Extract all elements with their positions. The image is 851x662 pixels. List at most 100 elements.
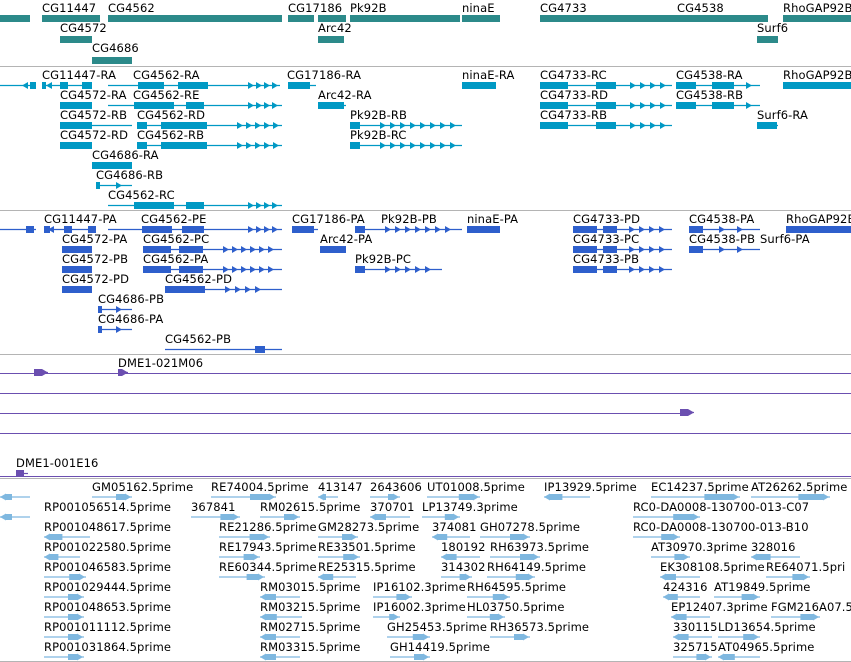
clone-end-marker[interactable] (680, 408, 694, 417)
est-glyph[interactable] (260, 613, 302, 621)
gene-glyph[interactable] (92, 56, 132, 65)
est-glyph[interactable] (0, 493, 30, 501)
est-glyph[interactable] (260, 593, 300, 601)
transcript-glyph[interactable] (540, 101, 672, 110)
est-glyph[interactable] (260, 653, 300, 661)
est-glyph[interactable] (370, 513, 410, 521)
transcript-glyph[interactable] (462, 81, 496, 90)
est-glyph[interactable] (318, 573, 356, 581)
gene-glyph[interactable] (350, 14, 460, 23)
transcript-glyph[interactable] (42, 81, 92, 90)
est-glyph[interactable] (219, 533, 270, 541)
protein-glyph[interactable] (44, 225, 96, 234)
transcript-glyph[interactable] (783, 81, 851, 90)
protein-glyph[interactable] (62, 265, 92, 274)
est-glyph[interactable] (544, 493, 590, 501)
est-glyph[interactable] (390, 653, 430, 661)
transcript-glyph[interactable] (0, 81, 36, 90)
protein-glyph[interactable] (573, 225, 672, 234)
est-glyph[interactable] (92, 493, 132, 501)
est-glyph[interactable] (318, 493, 338, 501)
protein-glyph[interactable] (355, 265, 442, 274)
est-glyph[interactable] (673, 633, 712, 641)
est-glyph[interactable] (427, 493, 480, 501)
est-glyph[interactable] (633, 533, 680, 541)
transcript-glyph[interactable] (288, 81, 316, 90)
est-glyph[interactable] (219, 553, 260, 561)
protein-glyph[interactable] (573, 245, 672, 254)
est-glyph[interactable] (219, 573, 265, 581)
protein-glyph[interactable] (98, 325, 132, 334)
gene-glyph[interactable] (318, 35, 344, 44)
protein-glyph[interactable] (689, 225, 760, 234)
est-glyph[interactable] (373, 613, 400, 621)
protein-glyph[interactable] (108, 225, 282, 234)
transcript-glyph[interactable] (137, 121, 282, 130)
transcript-glyph[interactable] (108, 101, 282, 110)
est-glyph[interactable] (44, 573, 86, 581)
gene-glyph[interactable] (288, 14, 314, 23)
est-glyph[interactable] (318, 533, 358, 541)
est-glyph[interactable] (0, 513, 30, 521)
est-glyph[interactable] (673, 653, 712, 661)
est-glyph[interactable] (487, 573, 535, 581)
est-glyph[interactable] (714, 593, 760, 601)
gene-glyph[interactable] (42, 14, 100, 23)
transcript-glyph[interactable] (318, 101, 346, 110)
protein-glyph[interactable] (689, 245, 760, 254)
gene-glyph[interactable] (677, 14, 768, 23)
protein-glyph[interactable] (467, 225, 500, 234)
transcript-glyph[interactable] (350, 121, 462, 130)
est-glyph[interactable] (651, 553, 690, 561)
est-glyph[interactable] (660, 573, 700, 581)
protein-glyph[interactable] (143, 265, 282, 274)
gene-glyph[interactable] (60, 35, 92, 44)
gene-glyph[interactable] (462, 14, 500, 23)
clone-end-marker[interactable] (118, 368, 128, 377)
est-glyph[interactable] (260, 513, 300, 521)
est-glyph[interactable] (671, 613, 710, 621)
gene-glyph[interactable] (757, 35, 778, 44)
gene-glyph[interactable] (318, 14, 346, 23)
est-glyph[interactable] (441, 573, 472, 581)
est-glyph[interactable] (718, 633, 760, 641)
est-glyph[interactable] (432, 533, 470, 541)
transcript-glyph[interactable] (540, 81, 672, 90)
transcript-glyph[interactable] (96, 181, 132, 190)
est-glyph[interactable] (260, 633, 300, 641)
gene-glyph[interactable] (108, 14, 282, 23)
protein-glyph[interactable] (62, 285, 92, 294)
est-glyph[interactable] (467, 613, 505, 621)
est-glyph[interactable] (44, 633, 84, 641)
est-glyph[interactable] (633, 513, 700, 521)
transcript-glyph[interactable] (60, 141, 92, 150)
est-glyph[interactable] (373, 593, 412, 601)
transcript-glyph[interactable] (137, 141, 282, 150)
protein-glyph[interactable] (143, 245, 282, 254)
protein-glyph[interactable] (320, 245, 346, 254)
est-glyph[interactable] (751, 553, 800, 561)
est-glyph[interactable] (766, 573, 810, 581)
protein-glyph[interactable] (98, 305, 132, 314)
protein-glyph[interactable] (62, 245, 92, 254)
est-glyph[interactable] (480, 533, 530, 541)
transcript-glyph[interactable] (757, 121, 778, 130)
transcript-glyph[interactable] (540, 121, 672, 130)
est-glyph[interactable] (490, 633, 530, 641)
gene-glyph[interactable] (540, 14, 677, 23)
est-glyph[interactable] (44, 533, 90, 541)
protein-glyph[interactable] (355, 225, 462, 234)
transcript-glyph[interactable] (60, 101, 92, 110)
gene-glyph[interactable] (0, 14, 30, 23)
est-glyph[interactable] (718, 653, 760, 661)
protein-glyph[interactable] (0, 225, 36, 234)
est-glyph[interactable] (370, 493, 400, 501)
transcript-glyph[interactable] (676, 81, 760, 90)
est-glyph[interactable] (441, 553, 480, 561)
protein-glyph[interactable] (165, 345, 282, 354)
est-glyph[interactable] (44, 593, 84, 601)
est-glyph[interactable] (211, 493, 276, 501)
est-glyph[interactable] (422, 513, 460, 521)
gene-glyph[interactable] (783, 14, 851, 23)
est-glyph[interactable] (771, 613, 820, 621)
